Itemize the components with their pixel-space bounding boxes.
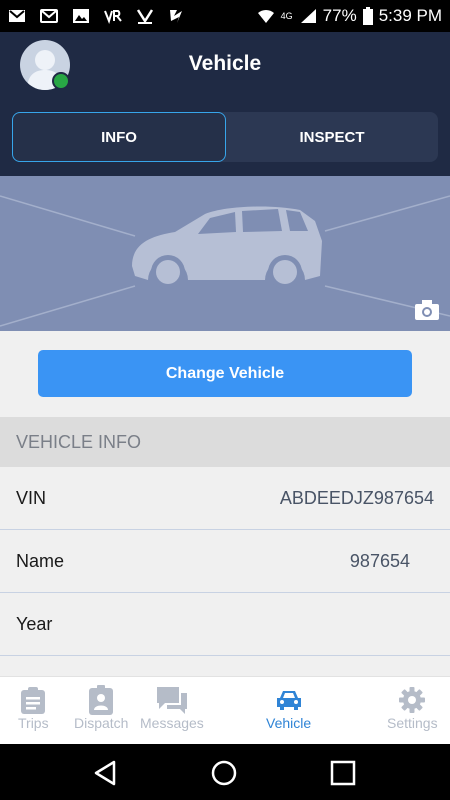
- system-nav-bar: [0, 744, 450, 800]
- signal-icon: [300, 9, 316, 23]
- battery-percent: 77%: [322, 6, 357, 25]
- back-icon[interactable]: [92, 760, 118, 786]
- page-title: Vehicle: [188, 52, 262, 75]
- nav-messages[interactable]: Messages: [140, 685, 204, 731]
- mail-icon: [40, 9, 58, 23]
- app-header: Vehicle INFO INSPECT: [0, 32, 450, 176]
- nav-trips-label: Trips: [18, 715, 49, 731]
- camera-icon[interactable]: [414, 299, 440, 321]
- tab-inspect[interactable]: INSPECT: [226, 112, 438, 162]
- name-row: Name 987654: [0, 530, 450, 593]
- name-label: Name: [16, 550, 65, 571]
- vehicle-photo: [0, 176, 450, 331]
- nav-dispatch[interactable]: Dispatch: [74, 685, 128, 731]
- network-type: 4G: [280, 11, 293, 21]
- year-label: Year: [16, 613, 53, 634]
- nav-messages-label: Messages: [140, 715, 204, 731]
- system-status: 4G 77% 5:39 PM: [257, 6, 442, 26]
- check-icon: [136, 9, 154, 24]
- name-value: 987654: [349, 550, 410, 571]
- recents-icon[interactable]: [330, 760, 356, 786]
- nav-trips[interactable]: Trips: [18, 685, 49, 731]
- nav-settings-label: Settings: [387, 715, 438, 731]
- app-icon: [170, 10, 182, 23]
- bottom-nav: Trips Dispatch Messages Vehicle Settings: [0, 676, 450, 744]
- tab-info[interactable]: INFO: [12, 112, 226, 162]
- section-header: VEHICLE INFO: [0, 417, 450, 467]
- vr-icon: [104, 10, 122, 24]
- image-icon: [73, 9, 89, 23]
- nav-vehicle[interactable]: Vehicle: [266, 685, 311, 731]
- change-vehicle-section: Change Vehicle: [0, 331, 450, 417]
- car-placeholder-icon: [0, 195, 450, 327]
- vin-row: VIN ABDEEDJZ987654: [0, 467, 450, 530]
- wifi-icon: [257, 9, 274, 23]
- nav-settings[interactable]: Settings: [387, 685, 438, 731]
- nav-vehicle-label: Vehicle: [266, 715, 312, 731]
- vin-value: ABDEEDJZ987654: [279, 487, 434, 508]
- battery-icon: [362, 7, 373, 25]
- nav-dispatch-label: Dispatch: [74, 715, 129, 731]
- year-row: Year: [0, 593, 450, 656]
- vin-label: VIN: [16, 487, 47, 508]
- gmail-icon: [9, 10, 25, 22]
- notification-icons: [8, 8, 186, 24]
- tab-bar: INFO INSPECT: [12, 112, 438, 162]
- change-vehicle-button[interactable]: Change Vehicle: [38, 350, 412, 397]
- status-bar: 4G 77% 5:39 PM: [0, 0, 450, 32]
- chat-icon: [156, 687, 187, 714]
- clock: 5:39 PM: [378, 6, 442, 25]
- badge-icon: [89, 685, 114, 715]
- home-icon[interactable]: [211, 760, 237, 786]
- car-icon: [276, 691, 301, 710]
- gear-icon: [399, 687, 426, 713]
- clipboard-icon: [21, 687, 46, 714]
